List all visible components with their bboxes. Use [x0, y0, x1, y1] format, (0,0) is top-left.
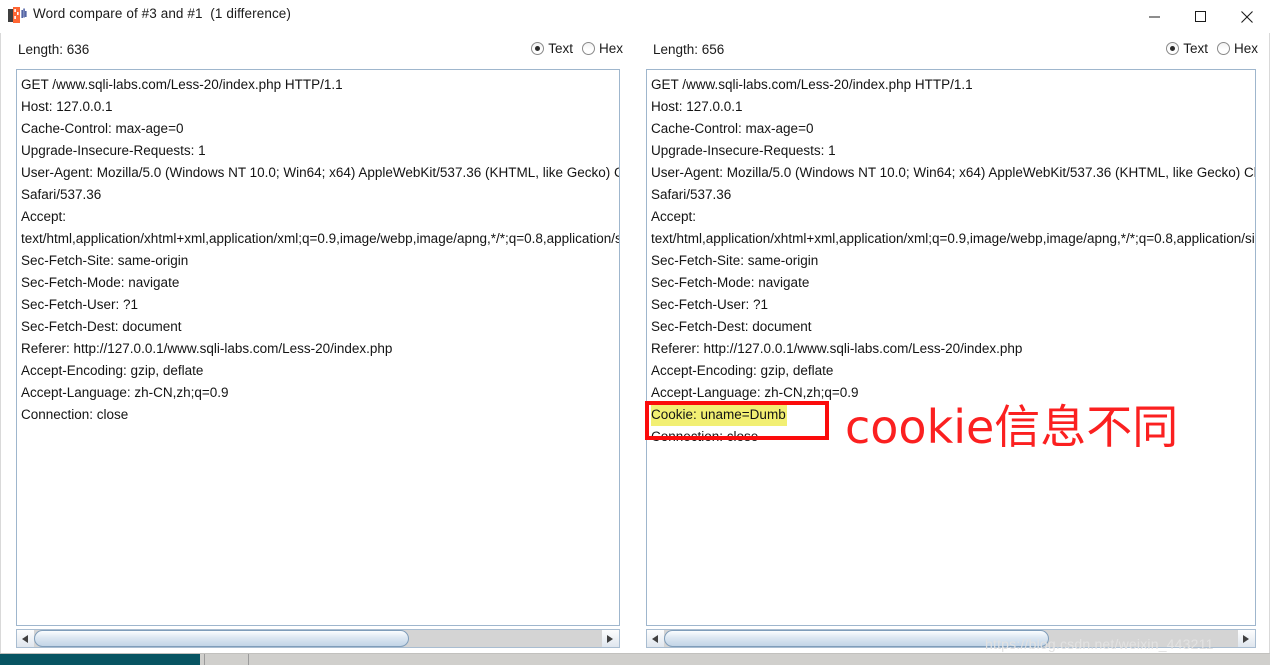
text-line: Accept-Encoding: gzip, deflate [651, 363, 834, 378]
left-horizontal-scrollbar[interactable] [16, 629, 620, 648]
right-text-viewer[interactable]: GET /www.sqli-labs.com/Less-20/index.php… [646, 69, 1256, 626]
right-text-content: GET /www.sqli-labs.com/Less-20/index.php… [651, 74, 1255, 448]
text-line: Accept: [21, 209, 67, 224]
left-radio-text-label: Text [548, 41, 573, 56]
window-body: Length: 636 Text Hex GET /www.sqli-labs.… [0, 33, 1270, 665]
text-line: User-Agent: Mozilla/5.0 (Windows NT 10.0… [651, 165, 1255, 180]
right-radio-hex[interactable]: Hex [1216, 41, 1258, 56]
text-line: Sec-Fetch-Site: same-origin [651, 253, 819, 268]
left-scroll-track[interactable] [34, 630, 602, 647]
close-button[interactable] [1224, 0, 1270, 33]
scroll-right-arrow-icon[interactable] [602, 630, 619, 647]
text-line: Host: 127.0.0.1 [21, 99, 113, 114]
text-line: Sec-Fetch-Mode: navigate [651, 275, 810, 290]
right-compare-pane: Length: 656 Text Hex GET /www.sqli-labs.… [636, 33, 1270, 651]
window-controls [1132, 0, 1270, 33]
left-length-label: Length: 636 [18, 42, 90, 57]
right-radio-text[interactable]: Text [1166, 41, 1208, 56]
radio-selected-icon [531, 42, 545, 55]
text-line: Safari/537.36 [21, 187, 102, 202]
left-pane-header: Length: 636 Text Hex [1, 33, 635, 66]
left-scroll-thumb[interactable] [34, 630, 409, 647]
right-view-mode-group: Text Hex [1166, 41, 1258, 56]
window-title: Word compare of #3 and #1 (1 difference) [33, 6, 291, 21]
minimize-button[interactable] [1132, 0, 1178, 33]
scroll-left-arrow-icon[interactable] [647, 630, 664, 647]
right-radio-text-label: Text [1183, 41, 1208, 56]
word-compare-window: Word compare of #3 and #1 (1 difference) [0, 0, 1270, 665]
text-line: Sec-Fetch-Site: same-origin [21, 253, 189, 268]
left-radio-hex[interactable]: Hex [581, 41, 623, 56]
text-line: Connection: close [651, 429, 759, 444]
right-pane-header: Length: 656 Text Hex [636, 33, 1270, 66]
text-line: Cache-Control: max-age=0 [21, 121, 184, 136]
left-compare-pane: Length: 636 Text Hex GET /www.sqli-labs.… [1, 33, 635, 651]
text-line: Sec-Fetch-Dest: document [651, 319, 812, 334]
text-line: text/html,application/xhtml+xml,applicat… [651, 231, 1255, 246]
text-line: Accept: [651, 209, 697, 224]
text-line: GET /www.sqli-labs.com/Less-20/index.php… [651, 77, 973, 92]
right-horizontal-scrollbar[interactable] [646, 629, 1256, 648]
text-line: Upgrade-Insecure-Requests: 1 [21, 143, 206, 158]
text-line: Connection: close [21, 407, 129, 422]
right-length-label: Length: 656 [653, 42, 725, 57]
text-line: User-Agent: Mozilla/5.0 (Windows NT 10.0… [21, 165, 619, 180]
maximize-button[interactable] [1178, 0, 1224, 33]
text-line: Sec-Fetch-Mode: navigate [21, 275, 180, 290]
left-view-mode-group: Text Hex [531, 41, 623, 56]
radio-selected-icon [1166, 42, 1180, 55]
left-radio-text[interactable]: Text [531, 41, 573, 56]
minimize-icon [1149, 11, 1161, 23]
text-line: Referer: http://127.0.0.1/www.sqli-labs.… [651, 341, 1023, 356]
scroll-left-arrow-icon[interactable] [17, 630, 34, 647]
right-scroll-track[interactable] [664, 630, 1238, 647]
text-line: Cookie: uname=Dumb [651, 404, 787, 426]
text-line: Sec-Fetch-Dest: document [21, 319, 182, 334]
radio-unselected-icon [581, 42, 595, 55]
taskbar [0, 653, 1270, 665]
scroll-right-arrow-icon[interactable] [1238, 630, 1255, 647]
text-line: Cache-Control: max-age=0 [651, 121, 814, 136]
taskbar-divider [204, 654, 205, 665]
text-line: Accept-Language: zh-CN,zh;q=0.9 [21, 385, 229, 400]
text-line: Referer: http://127.0.0.1/www.sqli-labs.… [21, 341, 393, 356]
text-line: Sec-Fetch-User: ?1 [651, 297, 769, 312]
text-line: Upgrade-Insecure-Requests: 1 [651, 143, 836, 158]
text-line: Accept-Encoding: gzip, deflate [21, 363, 204, 378]
left-text-content: GET /www.sqli-labs.com/Less-20/index.php… [21, 74, 619, 426]
text-line: Accept-Language: zh-CN,zh;q=0.9 [651, 385, 859, 400]
right-scroll-thumb[interactable] [664, 630, 1049, 647]
radio-unselected-icon [1216, 42, 1230, 55]
taskbar-divider [248, 654, 249, 665]
text-line: Host: 127.0.0.1 [651, 99, 743, 114]
right-radio-hex-label: Hex [1233, 41, 1258, 56]
text-line: GET /www.sqli-labs.com/Less-20/index.php… [21, 77, 343, 92]
left-text-viewer[interactable]: GET /www.sqli-labs.com/Less-20/index.php… [16, 69, 620, 626]
text-line: text/html,application/xhtml+xml,applicat… [21, 231, 619, 246]
text-line: Safari/537.36 [651, 187, 732, 202]
close-icon [1241, 10, 1253, 23]
maximize-icon [1195, 10, 1207, 23]
burp-suite-icon [8, 7, 27, 24]
text-line: Sec-Fetch-User: ?1 [21, 297, 139, 312]
taskbar-active-item[interactable] [0, 654, 200, 665]
left-radio-hex-label: Hex [598, 41, 623, 56]
title-bar: Word compare of #3 and #1 (1 difference) [0, 0, 1270, 33]
